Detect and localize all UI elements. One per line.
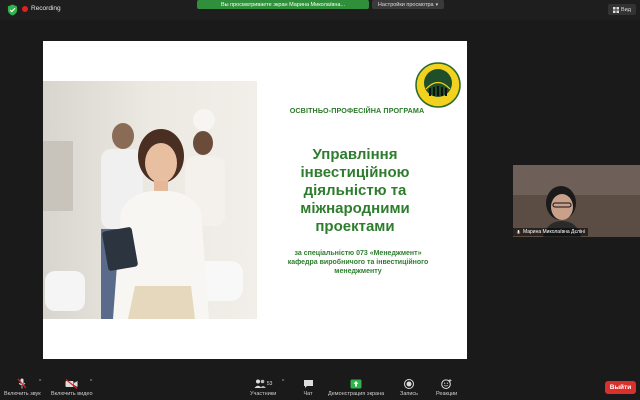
title-line: Управління [312,146,398,163]
share-screen-button[interactable]: Демонстрация экрана [328,378,384,397]
unmute-button[interactable]: Включить звук [4,378,41,397]
reactions-button[interactable]: Реакции [436,378,457,397]
start-video-button[interactable]: Включить видео [51,378,93,397]
audio-options-caret-icon[interactable]: ^ [39,379,41,385]
video-options-caret-icon[interactable]: ^ [90,379,92,385]
view-button[interactable]: Вид [608,4,636,15]
slide-subtitle: за спеціальністю 073 «Менеджмент» кафедр… [283,249,433,276]
unmute-label: Включить звук [4,391,41,397]
share-screen-label: Демонстрация экрана [328,391,385,397]
share-screen-icon [349,378,363,389]
participants-icon: 53 [252,378,274,389]
participants-options-caret-icon[interactable]: ^ [282,379,284,385]
chat-button[interactable]: Чат [301,378,315,397]
view-settings-label: Настройки просмотра [377,1,434,8]
security-shield-icon[interactable] [7,4,18,16]
participant-video-tile[interactable]: Марина Миколаївна Дєліні [513,165,640,237]
record-icon [402,378,416,389]
participants-label: Участники [250,391,277,397]
reactions-label: Реакции [436,391,458,397]
title-line: діяльністю та [303,182,407,199]
zoom-meeting-window: Recording Вы просматриваете экран Марина… [0,0,640,400]
subtitle-line: за спеціальністю 073 «Менеджмент» [294,250,422,257]
microphone-muted-icon [15,378,29,389]
view-settings-button[interactable]: Настройки просмотра ▾ [372,0,444,9]
chat-bubble-icon [301,378,315,389]
participant-name-label: Марина Миколаївна Дєліні [513,228,588,236]
smiley-plus-icon [440,378,454,389]
view-label: Вид [621,6,631,13]
participant-name: Марина Миколаївна Дєліні [523,229,585,235]
record-button[interactable]: Запись [400,378,418,397]
participants-count: 53 [266,380,273,387]
subtitle-line: кафедра виробничого та інвестиційного [287,259,429,266]
participant-video-feed [513,165,640,237]
grid-view-icon [613,6,620,13]
title-line: міжнародними [300,200,410,217]
title-line: проектами [315,218,395,235]
screen-share-banner: Вы просматриваете экран Марина Миколаївн… [197,0,369,9]
recording-label: Recording [31,5,61,12]
top-bar: Recording Вы просматриваете экран Марина… [0,0,640,20]
shared-screen-slide: ОСВІТНЬО-ПРОФЕСІЙНА ПРОГРАМА Управління … [43,41,467,359]
recording-indicator[interactable]: Recording [22,5,61,12]
chat-label: Чат [303,391,313,397]
participants-button[interactable]: 53 Участники [250,378,276,397]
microphone-icon [516,229,521,234]
video-off-icon [65,378,79,389]
recording-dot-icon [22,5,28,12]
university-logo-icon [415,62,461,108]
record-label: Запись [400,391,419,397]
title-line: інвестиційною [300,164,410,181]
meeting-toolbar: Включить звук ^ Включить видео ^ 53 Учас… [0,374,640,400]
leave-meeting-button[interactable]: Выйти [605,381,636,394]
chevron-down-icon: ▾ [435,1,439,8]
slide-title: Управління інвестиційною діяльністю та м… [275,146,435,236]
start-video-label: Включить видео [51,391,93,397]
program-heading: ОСВІТНЬО-ПРОФЕСІЙНА ПРОГРАМА [289,106,425,115]
subtitle-line: менеджменту [334,268,382,275]
woman-with-tablet-photo [43,81,257,319]
